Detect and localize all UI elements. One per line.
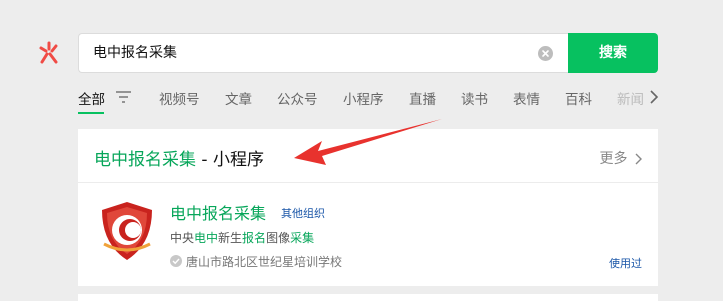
more-label: 更多	[599, 151, 628, 167]
next-result-card	[78, 294, 658, 301]
desc-part-highlight: 报名	[242, 231, 267, 245]
tab-books[interactable]: 读书	[461, 88, 488, 108]
search-tabs: 全部 视频号 文章 公众号 小程序 直播 读书 表情 百科 新闻	[78, 88, 723, 114]
filter-icon[interactable]	[116, 91, 131, 103]
section-title: 电中报名采集 - 小程序	[94, 145, 264, 170]
more-link[interactable]: 更多	[600, 148, 642, 168]
desc-part: 中央	[170, 231, 195, 245]
org-type-tag: 其他组织	[281, 207, 325, 220]
tab-live[interactable]: 直播	[409, 88, 436, 108]
section-title-highlight: 电中报名采集	[94, 150, 196, 170]
mini-program-results-card: 电中报名采集 - 小程序 更多 电中报名采集 其他组织 中央电中新生报名图像采集…	[78, 129, 658, 286]
tab-articles[interactable]: 文章	[225, 88, 252, 108]
result-description: 中央电中新生报名图像采集	[170, 229, 314, 246]
wechat-search-logo-icon	[39, 41, 58, 64]
tab-stickers[interactable]: 表情	[513, 88, 540, 108]
result-organization: 唐山市路北区世纪星培训学校	[186, 255, 343, 269]
tab-official-accounts[interactable]: 公众号	[277, 88, 318, 108]
chevron-right-icon[interactable]	[649, 90, 659, 104]
tab-channels[interactable]: 视频号	[159, 88, 200, 108]
desc-part: 图像	[266, 231, 291, 245]
card-header: 电中报名采集 - 小程序 更多	[78, 129, 658, 183]
section-title-suffix: - 小程序	[196, 150, 264, 170]
active-tab-indicator	[78, 112, 104, 114]
tab-mini-programs[interactable]: 小程序	[343, 88, 384, 108]
desc-part-highlight: 采集	[290, 231, 315, 245]
tab-all[interactable]: 全部	[78, 88, 105, 108]
chevron-right-icon	[635, 153, 642, 165]
desc-part: 新生	[218, 231, 243, 245]
result-title[interactable]: 电中报名采集	[170, 200, 266, 224]
mini-program-logo-icon[interactable]	[100, 200, 154, 262]
clear-icon[interactable]	[538, 46, 553, 61]
verified-icon	[170, 255, 182, 267]
used-before-label: 使用过	[609, 257, 642, 270]
search-input[interactable]	[93, 34, 533, 72]
search-button[interactable]: 搜索	[568, 33, 658, 73]
desc-part-highlight: 电中	[194, 231, 219, 245]
tab-news[interactable]: 新闻	[617, 88, 647, 108]
tab-encyclopedia[interactable]: 百科	[565, 88, 592, 108]
search-box[interactable]	[78, 33, 568, 73]
